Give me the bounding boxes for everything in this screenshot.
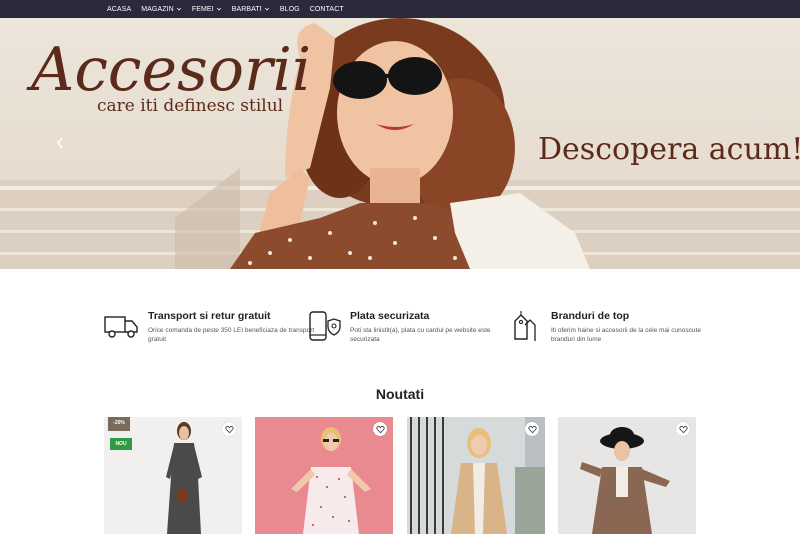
chevron-down-icon (216, 7, 221, 11)
nav-item-barbati[interactable]: BARBATI (232, 6, 270, 13)
nav-item-contact[interactable]: CONTACT (310, 6, 344, 13)
chevron-down-icon (176, 7, 181, 11)
product-card[interactable] (255, 417, 393, 534)
nav-label: FEMEI (191, 5, 214, 13)
nav-item-acasa[interactable]: ACASA (107, 6, 131, 13)
hero-banner[interactable]: Accesorii care iti definesc stilul Desco… (0, 18, 800, 269)
product-card[interactable] (407, 417, 545, 534)
nav-item-femei[interactable]: FEMEI (192, 6, 222, 13)
hero-subtitle: care iti definesc stilul (97, 96, 284, 116)
product-image (104, 417, 242, 534)
feature-description: Poti sta linistit(a), plata cu cardul pe… (350, 327, 491, 343)
feature-top-brands: Branduri de top Iti oferim haine si acce… (511, 308, 711, 348)
wishlist-heart-button[interactable] (222, 422, 236, 436)
product-image (407, 417, 545, 534)
heart-icon (224, 425, 234, 433)
hero-cta-link[interactable]: Descopera acum! (538, 132, 800, 167)
nav-label: BLOG (279, 5, 300, 13)
discount-badge: -20% (108, 417, 130, 431)
nav-item-blog[interactable]: BLOG (280, 6, 300, 13)
price-tags-icon (514, 311, 536, 341)
truck-icon (104, 316, 138, 338)
feature-secure-payment: Plata securizata Poti sta linistit(a), p… (308, 308, 508, 348)
feature-description: Orice comanda de peste 350 LEI beneficia… (148, 327, 315, 343)
product-card[interactable]: -20% NOU (104, 417, 242, 534)
top-navigation: ACASA MAGAZIN FEMEI BARBATI BLOG CONTACT (0, 0, 800, 18)
feature-title: Plata securizata (350, 310, 430, 322)
nav-label: MAGAZIN (141, 5, 174, 13)
chevron-down-icon (264, 7, 269, 11)
nav-menu: ACASA MAGAZIN FEMEI BARBATI BLOG CONTACT (107, 0, 344, 18)
product-card[interactable] (558, 417, 696, 534)
wishlist-heart-button[interactable] (676, 422, 690, 436)
nav-label: BARBATI (231, 5, 262, 13)
heart-icon (527, 425, 537, 433)
feature-title: Branduri de top (551, 310, 630, 322)
hero-title: Accesorii (31, 35, 312, 105)
feature-title: Transport si retur gratuit (148, 310, 271, 322)
feature-shipping: Transport si retur gratuit Orice comanda… (104, 308, 314, 348)
heart-icon (375, 425, 385, 433)
product-image (558, 417, 696, 534)
slider-prev-arrow-icon[interactable] (55, 136, 65, 150)
nav-label: ACASA (107, 5, 132, 13)
secure-payment-icon (309, 311, 341, 341)
nav-item-magazin[interactable]: MAGAZIN (141, 6, 182, 13)
new-badge: NOU (110, 438, 132, 450)
product-image (255, 417, 393, 534)
wishlist-heart-button[interactable] (525, 422, 539, 436)
heart-icon (678, 425, 688, 433)
features-bar: Transport si retur gratuit Orice comanda… (0, 308, 800, 348)
feature-description: Iti oferim haine si accesorii de la cele… (551, 327, 701, 343)
wishlist-heart-button[interactable] (373, 422, 387, 436)
section-title-noutati: Noutati (375, 386, 425, 402)
nav-label: CONTACT (309, 5, 344, 13)
